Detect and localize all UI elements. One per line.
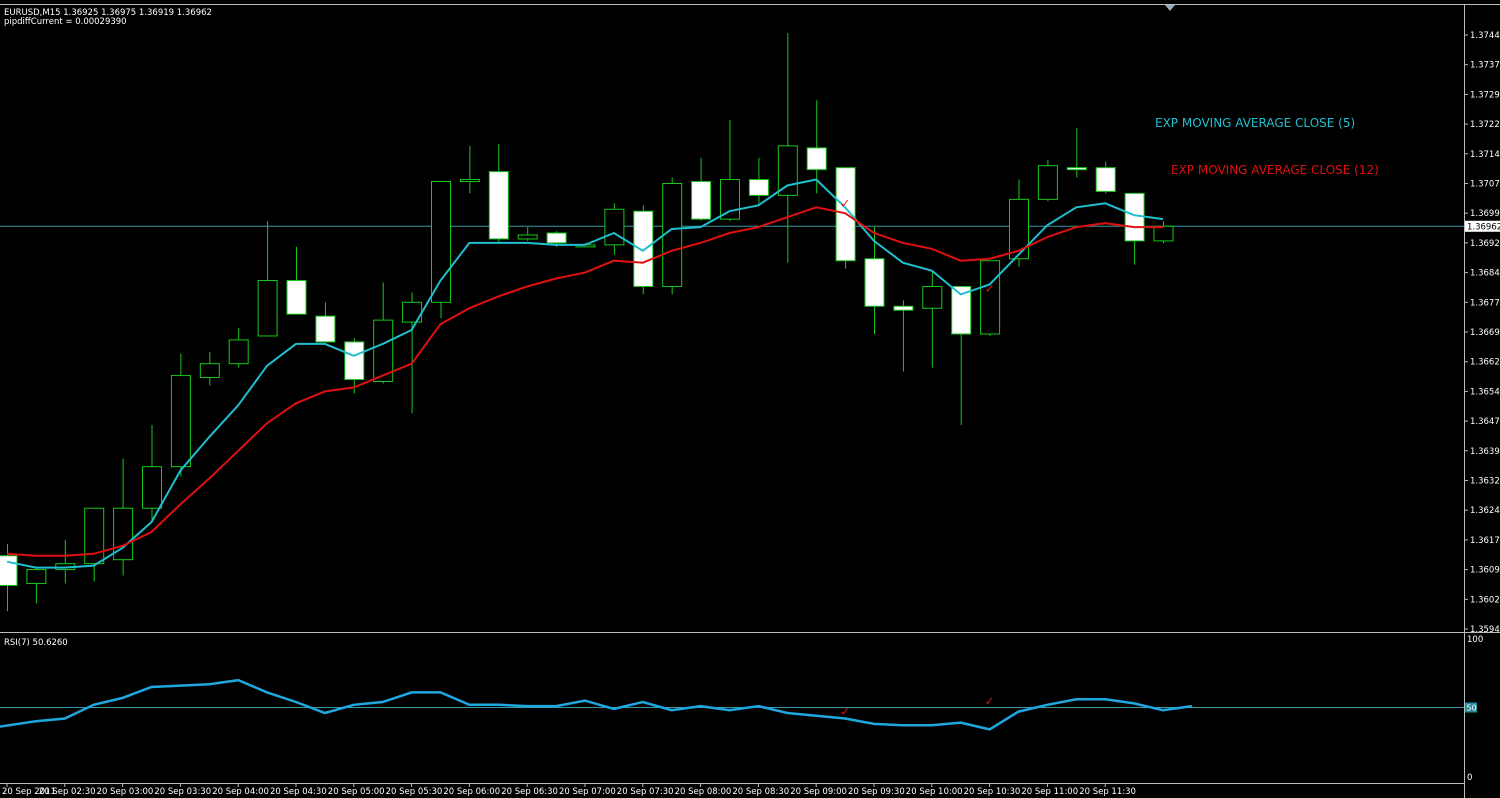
candle-bear [691, 181, 712, 220]
time-tick-label: 20 Sep 04:00 [212, 787, 269, 797]
price-tick-label: 1.37295 [1470, 90, 1500, 100]
indicator-info: pipdiffCurrent = 0.00029390 [4, 17, 127, 27]
price-tick-label: 1.37070 [1470, 180, 1500, 190]
price-axis[interactable]: 1.37445 1.37370 1.37295 1.37220 1.37145 1.370… [1464, 31, 1500, 635]
price-tick-label: 1.36020 [1470, 595, 1500, 605]
price-tick-label: 1.37220 [1470, 120, 1500, 130]
candle-bull [720, 179, 740, 220]
rsi-min-label: 0 [1467, 773, 1472, 783]
price-tick-label: 1.36845 [1470, 269, 1500, 279]
time-tick-label: 20 Sep 11:00 [1021, 787, 1078, 797]
candle-bull [1153, 225, 1174, 242]
price-tick-label: 1.36620 [1470, 358, 1500, 368]
price-tick-label: 1.35945 [1470, 625, 1500, 635]
candle-bull [517, 234, 538, 240]
price-tick-label: 1.36920 [1470, 239, 1500, 249]
legend-ema-12: EXP MOVING AVERAGE CLOSE (12) [1171, 163, 1379, 177]
price-tick-label: 1.36770 [1470, 298, 1500, 308]
price-tick-label: 1.37145 [1470, 150, 1500, 160]
time-tick-label: 20 Sep 06:00 [443, 787, 500, 797]
candle-bull [431, 181, 451, 303]
time-tick-label: 20 Sep 10:00 [906, 787, 963, 797]
candle-bull [170, 375, 191, 468]
candle-bull [980, 260, 1001, 335]
candle-bull [199, 363, 220, 379]
candle-bear [344, 341, 365, 381]
time-tick-label: 20 Sep 04:30 [270, 787, 327, 797]
time-tick-label: 20 Sep 02:30 [39, 787, 96, 797]
rsi-max-label: 100 [1467, 635, 1483, 645]
time-tick-label: 20 Sep 05:30 [386, 787, 443, 797]
candle-bull [662, 183, 683, 287]
candle-bear [864, 258, 885, 307]
time-tick-label: 20 Sep 10:30 [964, 787, 1021, 797]
candle-bear [488, 171, 509, 240]
legend-ema-5: EXP MOVING AVERAGE CLOSE (5) [1155, 116, 1355, 130]
price-tick-label: 1.36245 [1470, 506, 1500, 516]
time-tick-label: 20 Sep 08:30 [732, 787, 789, 797]
time-tick-label: 20 Sep 08:00 [675, 787, 732, 797]
checkmark-icon: ✓ [840, 196, 850, 210]
candle-bear [546, 232, 567, 244]
candle-bear [286, 280, 307, 315]
candle-bull [922, 285, 943, 309]
checkmark-icon: ✓ [985, 694, 995, 708]
price-tick-label: 1.37445 [1470, 31, 1500, 41]
rsi-title: RSI(7) 50.6260 [4, 638, 68, 648]
candle-bull [84, 507, 105, 565]
time-tick-label: 20 Sep 09:00 [790, 787, 847, 797]
candle-bear [748, 179, 769, 196]
time-tick-label: 20 Sep 03:00 [97, 787, 154, 797]
time-tick-label: 20 Sep 07:30 [617, 787, 674, 797]
candle-bull [228, 339, 249, 365]
price-tick-label: 1.37370 [1470, 61, 1500, 71]
price-tick-label: 1.36695 [1470, 328, 1500, 338]
checkmark-icon: ✓ [985, 281, 995, 295]
candle-bear [315, 315, 336, 343]
price-tick-label: 1.36995 [1470, 209, 1500, 219]
price-tick-label: 1.36320 [1470, 477, 1500, 487]
price-tick-label: 1.36395 [1470, 447, 1500, 457]
trading-chart-canvas[interactable]: EURUSD,M15 1.36925 1.36975 1.36919 1.369… [0, 0, 1500, 798]
svg-text:1.36962: 1.36962 [1467, 222, 1500, 232]
time-tick-label: 20 Sep 09:30 [848, 787, 905, 797]
rsi-level-label: 50 [1465, 702, 1477, 713]
time-tick-label: 20 Sep 06:30 [501, 787, 558, 797]
candle-bear [633, 210, 654, 287]
candle-bear [1095, 167, 1116, 192]
svg-text:50: 50 [1467, 704, 1477, 713]
time-tick-label: 20 Sep 05:00 [328, 787, 385, 797]
price-tick-label: 1.36470 [1470, 417, 1500, 427]
checkmark-icon: ✓ [840, 705, 850, 719]
price-tick-label: 1.36545 [1470, 387, 1500, 397]
candle-bull [142, 466, 162, 509]
candle-bear [806, 147, 827, 171]
candle-bull [1037, 165, 1058, 200]
candle-bull [777, 145, 798, 196]
candle-bear [0, 555, 18, 586]
candle-bull [604, 208, 625, 246]
price-tick-label: 1.36170 [1470, 536, 1500, 546]
candle-bull [459, 179, 480, 183]
price-tick-label: 1.36095 [1470, 566, 1500, 576]
current-price-label: 1.36962 [1465, 220, 1500, 232]
time-tick-label: 20 Sep 03:30 [154, 787, 211, 797]
candle-bull [26, 569, 47, 584]
time-tick-label: 20 Sep 11:30 [1079, 787, 1136, 797]
candle-bear [893, 305, 914, 311]
time-tick-label: 20 Sep 07:00 [559, 787, 616, 797]
candle-bull [257, 280, 278, 337]
candle-bear [1066, 167, 1087, 171]
